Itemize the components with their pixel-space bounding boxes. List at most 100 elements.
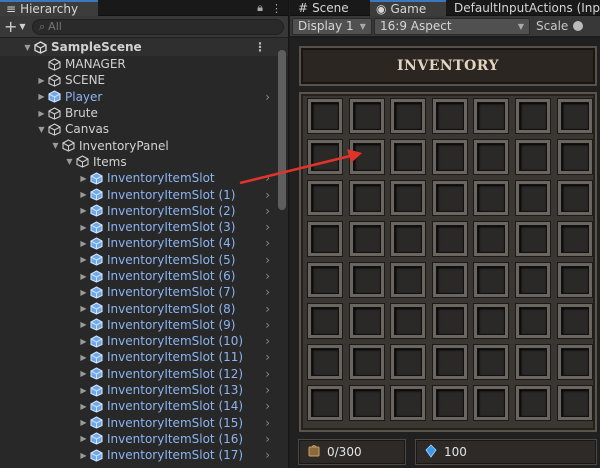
inventory-slot[interactable] [514, 385, 551, 421]
kebab-menu-icon[interactable]: ⋮ [271, 2, 282, 15]
collapse-arrow-icon[interactable]: ▶ [78, 272, 89, 281]
inventory-slot[interactable] [473, 344, 510, 380]
inventory-slot[interactable] [348, 385, 385, 421]
inventory-slot[interactable] [390, 303, 427, 339]
inventory-slot[interactable] [431, 262, 468, 298]
display-dropdown[interactable]: Display 1 ▼ [292, 17, 372, 35]
inventory-slot[interactable] [556, 98, 593, 134]
collapse-arrow-icon[interactable]: ▶ [36, 109, 47, 118]
inventory-slot[interactable] [514, 262, 551, 298]
tab-game[interactable]: ◉ Game [370, 0, 446, 16]
collapse-arrow-icon[interactable]: ▶ [78, 369, 89, 378]
inventory-slot[interactable] [431, 344, 468, 380]
inventory-slot[interactable] [390, 262, 427, 298]
collapse-arrow-icon[interactable]: ▶ [78, 239, 89, 248]
inventory-slot[interactable] [390, 385, 427, 421]
collapse-arrow-icon[interactable]: ▶ [36, 76, 47, 85]
hierarchy-row[interactable]: ▶ Player › [0, 89, 288, 105]
lock-icon[interactable]: 🔒︎ [257, 1, 263, 15]
hierarchy-row[interactable]: ▶ Brute [0, 105, 288, 121]
inventory-slot[interactable] [307, 344, 343, 380]
inventory-slot[interactable] [307, 303, 343, 339]
hierarchy-row[interactable]: ▶ InventoryItemSlot › [0, 170, 288, 186]
expand-arrow-icon[interactable]: ▼ [36, 125, 47, 134]
open-prefab-chevron-icon[interactable]: › [265, 350, 270, 364]
collapse-arrow-icon[interactable]: ▶ [78, 320, 89, 329]
inventory-slot[interactable] [390, 180, 427, 216]
inventory-slot[interactable] [390, 139, 427, 175]
inventory-slot[interactable] [348, 98, 385, 134]
hierarchy-row[interactable]: ▼ Items [0, 154, 288, 170]
open-prefab-chevron-icon[interactable]: › [265, 188, 270, 202]
inventory-slot[interactable] [390, 344, 427, 380]
inventory-slot[interactable] [348, 262, 385, 298]
expand-arrow-icon[interactable]: ▼ [22, 43, 33, 52]
scene-row[interactable]: ▼ SampleScene ⋮ [0, 38, 288, 56]
hierarchy-row[interactable]: ▶ InventoryItemSlot (15) › [0, 415, 288, 431]
hierarchy-row[interactable]: ▶ InventoryItemSlot (17) › [0, 447, 288, 463]
inventory-slot[interactable] [556, 180, 593, 216]
inventory-slot[interactable] [348, 180, 385, 216]
collapse-arrow-icon[interactable]: ▶ [78, 451, 89, 460]
open-prefab-chevron-icon[interactable]: › [265, 302, 270, 316]
open-prefab-chevron-icon[interactable]: › [265, 399, 270, 413]
hierarchy-row[interactable]: ▶ InventoryItemSlot (2) › [0, 203, 288, 219]
inventory-slot[interactable] [348, 344, 385, 380]
inventory-slot[interactable] [431, 221, 468, 257]
open-prefab-chevron-icon[interactable]: › [265, 171, 270, 185]
tab-scene[interactable]: # Scene [292, 0, 368, 16]
search-input[interactable] [48, 20, 199, 33]
hierarchy-row[interactable]: ▶ InventoryItemSlot (7) › [0, 284, 288, 300]
collapse-arrow-icon[interactable]: ▶ [78, 304, 89, 313]
open-prefab-chevron-icon[interactable]: › [265, 220, 270, 234]
open-prefab-chevron-icon[interactable]: › [265, 253, 270, 267]
expand-arrow-icon[interactable]: ▼ [64, 157, 75, 166]
inventory-slot[interactable] [556, 303, 593, 339]
scene-menu-icon[interactable]: ⋮ [254, 40, 266, 54]
hierarchy-row[interactable]: ▶ InventoryItemSlot (3) › [0, 219, 288, 235]
tab-hierarchy[interactable]: ≡ Hierarchy [0, 0, 98, 16]
inventory-slot[interactable] [473, 303, 510, 339]
inventory-slot[interactable] [431, 139, 468, 175]
collapse-arrow-icon[interactable]: ▶ [36, 92, 47, 101]
inventory-slot[interactable] [307, 221, 343, 257]
hierarchy-row[interactable]: ▶ InventoryItemSlot (6) › [0, 268, 288, 284]
hierarchy-row[interactable]: ▼ InventoryPanel [0, 137, 288, 153]
inventory-slot[interactable] [514, 180, 551, 216]
collapse-arrow-icon[interactable]: ▶ [78, 255, 89, 264]
hierarchy-row[interactable]: ▶ InventoryItemSlot (11) › [0, 349, 288, 365]
inventory-slot[interactable] [431, 180, 468, 216]
inventory-slot[interactable] [348, 139, 385, 175]
tab-input-actions[interactable]: DefaultInputActions (Inpu [448, 0, 600, 16]
expand-arrow-icon[interactable]: ▼ [50, 141, 61, 150]
inventory-slot[interactable] [473, 221, 510, 257]
collapse-arrow-icon[interactable]: ▶ [78, 402, 89, 411]
hierarchy-row[interactable]: ▶ InventoryItemSlot (10) › [0, 333, 288, 349]
inventory-slot[interactable] [307, 98, 343, 134]
scale-control[interactable]: Scale [536, 19, 584, 33]
hierarchy-row[interactable]: ▶ InventoryItemSlot (1) › [0, 186, 288, 202]
inventory-slot[interactable] [556, 385, 593, 421]
hierarchy-row[interactable]: ▶ InventoryItemSlot (5) › [0, 252, 288, 268]
hierarchy-row[interactable]: ▶ InventoryItemSlot (12) › [0, 366, 288, 382]
inventory-slot[interactable] [514, 303, 551, 339]
collapse-arrow-icon[interactable]: ▶ [78, 174, 89, 183]
collapse-arrow-icon[interactable]: ▶ [78, 190, 89, 199]
open-prefab-chevron-icon[interactable]: › [265, 204, 270, 218]
inventory-slot[interactable] [473, 180, 510, 216]
inventory-slot[interactable] [556, 262, 593, 298]
hierarchy-row[interactable]: ▶ InventoryItemSlot (13) › [0, 382, 288, 398]
inventory-slot[interactable] [307, 385, 343, 421]
inventory-slot[interactable] [473, 262, 510, 298]
inventory-slot[interactable] [556, 344, 593, 380]
open-prefab-chevron-icon[interactable]: › [265, 236, 270, 250]
hierarchy-row[interactable]: ▶ InventoryItemSlot (4) › [0, 235, 288, 251]
inventory-slot[interactable] [431, 303, 468, 339]
hierarchy-row[interactable]: ▶ InventoryItemSlot (16) › [0, 431, 288, 447]
inventory-slot[interactable] [556, 221, 593, 257]
create-button[interactable]: + ▼ [4, 17, 26, 36]
open-prefab-chevron-icon[interactable]: › [265, 448, 270, 462]
hierarchy-scrollbar[interactable] [278, 50, 286, 210]
open-prefab-chevron-icon[interactable]: › [265, 383, 270, 397]
inventory-slot[interactable] [514, 98, 551, 134]
